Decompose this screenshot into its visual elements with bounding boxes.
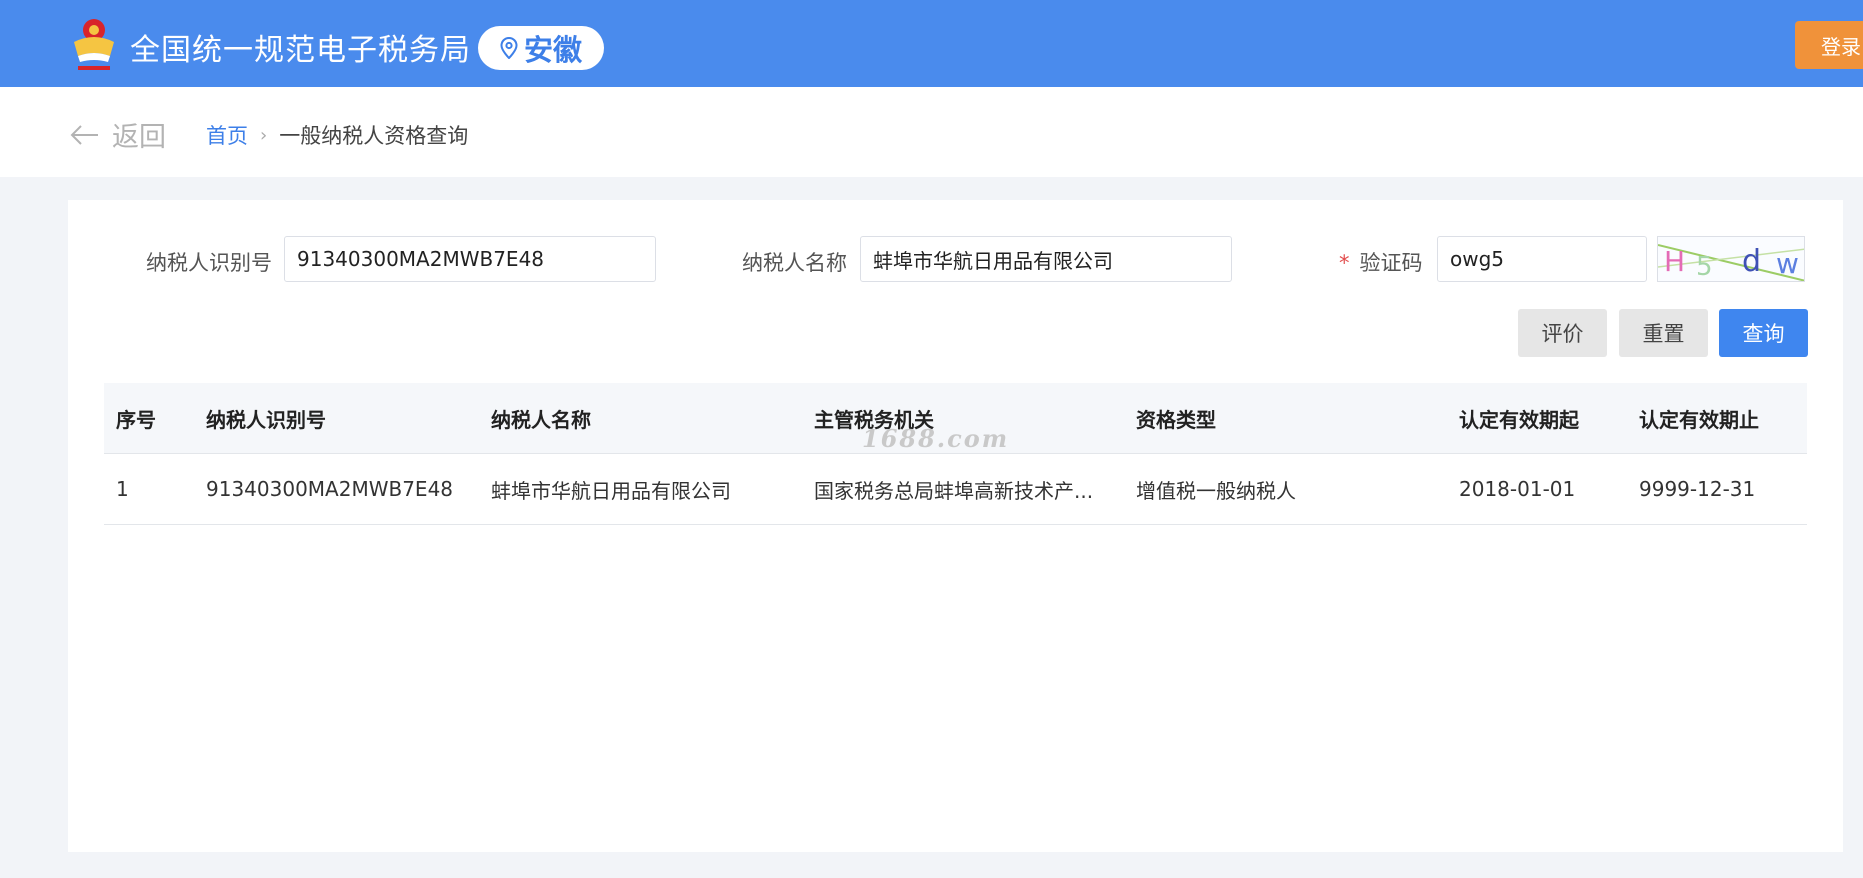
location-pin-icon bbox=[500, 37, 518, 59]
tax-emblem-icon bbox=[74, 19, 114, 70]
breadcrumb-separator-icon: › bbox=[260, 124, 268, 146]
captcha-char-4: w bbox=[1776, 247, 1799, 280]
watermark-text: 1688.com bbox=[862, 424, 1010, 453]
table-cell: 9999-12-31 bbox=[1639, 477, 1756, 501]
table-row: 1 91340300MA2MWB7E48 蚌埠市华航日用品有限公司 国家税务总局… bbox=[104, 454, 1807, 525]
breadcrumb-home-link[interactable]: 首页 bbox=[206, 120, 248, 150]
captcha-image[interactable]: H 5 d w bbox=[1657, 236, 1805, 282]
column-header: 认定有效期止 bbox=[1639, 407, 1759, 432]
evaluate-button[interactable]: 评价 bbox=[1518, 309, 1607, 357]
captcha-input[interactable]: owg5 bbox=[1437, 236, 1647, 282]
site-title: 全国统一规范电子税务局 bbox=[130, 33, 471, 68]
table-cell: 91340300MA2MWB7E48 bbox=[206, 477, 454, 501]
column-header: 纳税人名称 bbox=[491, 407, 591, 432]
taxpayer-id-label: 纳税人识别号 bbox=[146, 251, 272, 275]
column-header: 认定有效期起 bbox=[1459, 407, 1579, 432]
captcha-char-3: d bbox=[1742, 244, 1761, 279]
captcha-label: * 验证码 bbox=[1339, 247, 1423, 277]
captcha-graphic: H 5 d w bbox=[1658, 244, 1804, 282]
region-label: 安徽 bbox=[523, 33, 582, 67]
table-cell: 1 bbox=[116, 477, 129, 501]
breadcrumb: 首页 › 一般纳税人资格查询 bbox=[206, 120, 468, 150]
taxpayer-id-input[interactable]: 91340300MA2MWB7E48 bbox=[284, 236, 656, 282]
column-header: 资格类型 bbox=[1136, 407, 1216, 432]
results-table: 序号 纳税人识别号 纳税人名称 主管税务机关 资格类型 认定有效期起 认定有效期… bbox=[104, 383, 1807, 525]
captcha-char-2: 5 bbox=[1696, 252, 1713, 282]
breadcrumb-current: 一般纳税人资格查询 bbox=[279, 124, 469, 148]
back-button[interactable]: 返回 bbox=[70, 115, 166, 154]
table-cell: 蚌埠市华航日用品有限公司 bbox=[491, 478, 731, 503]
table-cell: 2018-01-01 bbox=[1459, 477, 1576, 501]
breadcrumb-bar: 返回 首页 › 一般纳税人资格查询 bbox=[0, 87, 1863, 177]
table-cell: 国家税务总局蚌埠高新技术产... bbox=[814, 478, 1094, 503]
table-cell: 增值税一般纳税人 bbox=[1136, 478, 1296, 503]
login-button[interactable]: 登录 bbox=[1795, 21, 1863, 69]
required-mark: * bbox=[1339, 251, 1350, 275]
back-label: 返回 bbox=[112, 122, 166, 153]
captcha-label-text: 验证码 bbox=[1359, 251, 1423, 275]
column-header: 序号 bbox=[116, 407, 156, 432]
query-card: 纳税人识别号 91340300MA2MWB7E48 纳税人名称 蚌埠市华航日用品… bbox=[68, 200, 1843, 852]
taxpayer-name-input[interactable]: 蚌埠市华航日用品有限公司 bbox=[860, 236, 1232, 282]
column-header: 纳税人识别号 bbox=[206, 407, 326, 432]
query-button[interactable]: 查询 bbox=[1719, 309, 1808, 357]
region-selector[interactable]: 安徽 bbox=[478, 26, 604, 70]
top-header: 全国统一规范电子税务局 安徽 登录 bbox=[0, 0, 1863, 87]
arrow-left-icon bbox=[70, 124, 98, 145]
reset-button[interactable]: 重置 bbox=[1619, 309, 1708, 357]
captcha-char-1: H bbox=[1664, 245, 1685, 278]
taxpayer-name-label: 纳税人名称 bbox=[742, 251, 847, 275]
